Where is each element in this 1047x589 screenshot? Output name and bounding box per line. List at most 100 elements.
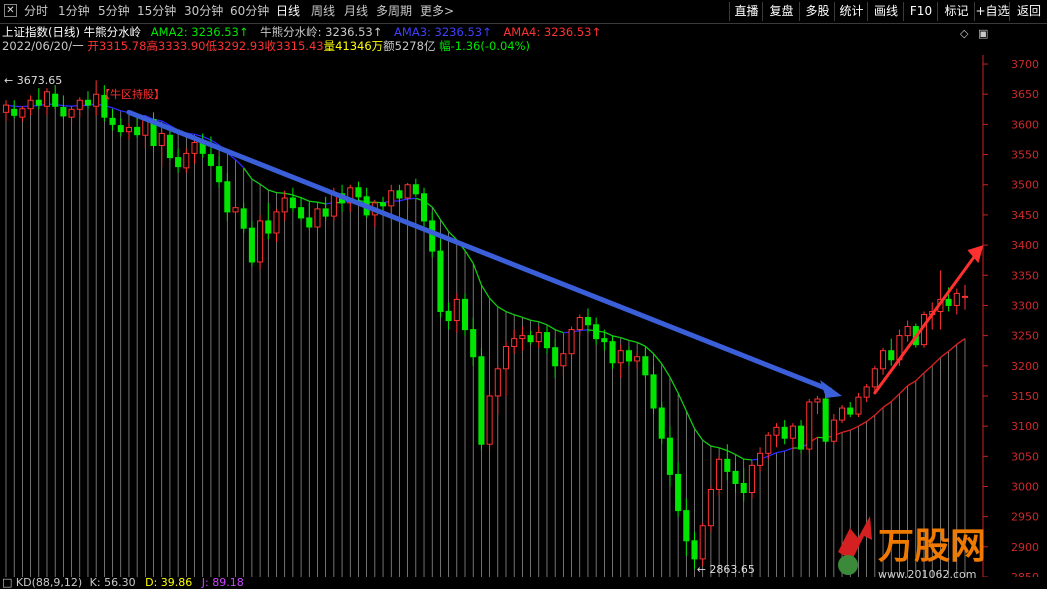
- ohlc-header: 2022/06/20/一 开3315.78高3333.90低3292.93收33…: [2, 39, 530, 54]
- ama-line-segment: [531, 320, 539, 321]
- candle-body: [831, 420, 836, 441]
- candle-body: [430, 221, 435, 251]
- candle-body: [159, 133, 164, 145]
- candle-body: [651, 375, 656, 408]
- ama-line-segment: [514, 315, 522, 317]
- candle-body: [741, 483, 746, 492]
- candle-body: [708, 489, 713, 525]
- toolbar-button[interactable]: 多股: [799, 2, 835, 21]
- kd-j-value: J: 89.18: [202, 576, 244, 589]
- close-icon[interactable]: ✕: [4, 4, 17, 17]
- toolbar-button[interactable]: 返回: [1009, 2, 1047, 21]
- kd-indicator-row: □ KD(88,9,12) K: 56.30 D: 39.86 J: 89.18: [2, 577, 244, 589]
- candle-body: [462, 299, 467, 329]
- candle-body: [405, 185, 410, 198]
- candle-body: [840, 408, 845, 420]
- candle-body: [782, 427, 787, 438]
- ama-line-segment: [498, 307, 506, 312]
- ama-line-segment: [268, 190, 276, 193]
- ama-line-segment: [244, 168, 252, 179]
- period-tab[interactable]: 5分钟: [98, 3, 130, 20]
- y-tick-label: 3450: [1011, 209, 1039, 222]
- candle-body: [397, 191, 402, 198]
- ama-line-segment: [293, 195, 301, 198]
- expand-icon[interactable]: ▣: [978, 27, 988, 40]
- candle-body: [766, 435, 771, 453]
- candle-body: [331, 194, 336, 216]
- kd-name[interactable]: KD(88,9,12): [16, 576, 82, 589]
- candle-body: [848, 408, 853, 414]
- period-tab[interactable]: 周线: [311, 3, 335, 20]
- candle-body: [569, 330, 574, 354]
- period-tab[interactable]: 日线: [276, 3, 300, 20]
- toolbar-button[interactable]: 画线: [867, 2, 904, 21]
- low-price-label: ← 2863.65: [697, 563, 755, 576]
- period-tab[interactable]: 1分钟: [58, 3, 90, 20]
- ama2-value: AMA2: 3236.53↑: [151, 25, 249, 39]
- toolbar-button[interactable]: 统计: [834, 2, 868, 21]
- period-tab[interactable]: 更多>: [420, 3, 454, 20]
- chart-options[interactable]: ◇ ▣: [960, 27, 988, 40]
- ama-line-segment: [547, 325, 555, 330]
- candlestick-chart[interactable]: 3700365036003550350034503400335033003250…: [0, 55, 1047, 577]
- toolbar-button[interactable]: 标记: [937, 2, 975, 21]
- toolbar-button[interactable]: F10: [903, 2, 938, 21]
- ama3-value: AMA3: 3236.53↑: [394, 25, 492, 39]
- period-tab[interactable]: 分时: [24, 3, 48, 20]
- candle-body: [758, 453, 763, 465]
- candle-body: [553, 348, 558, 366]
- toolbar-button[interactable]: +自选: [974, 2, 1010, 21]
- candle-body: [61, 108, 66, 116]
- ama-line-segment: [522, 317, 530, 320]
- candle-body: [856, 397, 861, 414]
- candle-body: [618, 351, 623, 363]
- open-text: 开3315.78: [87, 39, 146, 53]
- kd-checkbox-icon[interactable]: □: [2, 576, 12, 589]
- indicator-name[interactable]: 牛熊分水岭: [84, 25, 142, 39]
- downtrend-arrow-line: [129, 112, 830, 390]
- candle-body: [389, 191, 394, 206]
- candle-body: [208, 155, 213, 166]
- period-tab[interactable]: 30分钟: [184, 3, 223, 20]
- ama-line-segment: [399, 199, 407, 201]
- y-tick-label: 3600: [1011, 118, 1039, 131]
- ama-line-segment: [711, 446, 719, 448]
- ama-line-segment: [932, 358, 940, 366]
- low-text: 低3292.93: [205, 39, 264, 53]
- candle-body: [659, 408, 664, 438]
- toolbar-button[interactable]: 直播: [729, 2, 763, 21]
- coin-icon: [838, 555, 858, 575]
- period-tab[interactable]: 60分钟: [230, 3, 269, 20]
- candle-body: [495, 369, 500, 396]
- ama-line-segment: [924, 365, 932, 372]
- period-tab[interactable]: 多周期: [376, 3, 412, 20]
- period-tab[interactable]: 15分钟: [137, 3, 176, 20]
- ama-line-segment: [744, 459, 752, 460]
- ama-line-segment: [703, 440, 711, 446]
- ama-line-segment: [276, 193, 284, 194]
- ama-line-segment: [654, 354, 662, 364]
- candle-body: [381, 203, 386, 206]
- candle-body: [438, 251, 443, 311]
- toolbar-button[interactable]: 复盘: [762, 2, 800, 21]
- candle-body: [946, 299, 951, 305]
- indicator2-value: 牛熊分水岭: 3236.53↑: [260, 25, 382, 39]
- ama-line-segment: [891, 394, 899, 402]
- candle-body: [807, 402, 812, 449]
- high-price-label: ← 3673.65: [4, 74, 62, 87]
- candle-body: [667, 438, 672, 474]
- candle-body: [110, 118, 115, 124]
- ama-line-segment: [645, 346, 653, 353]
- ama-line-segment: [678, 393, 686, 411]
- candle-body: [184, 153, 189, 167]
- candle-body: [577, 318, 582, 330]
- period-tab[interactable]: 月线: [344, 3, 368, 20]
- candle-body: [77, 100, 82, 109]
- kd-k-value: K: 56.30: [90, 576, 136, 589]
- candle-body: [282, 198, 287, 212]
- ama-line-segment: [867, 415, 875, 421]
- candle-body: [872, 369, 877, 387]
- candle-body: [53, 94, 58, 106]
- diamond-icon[interactable]: ◇: [960, 27, 968, 40]
- candle-body: [479, 357, 484, 445]
